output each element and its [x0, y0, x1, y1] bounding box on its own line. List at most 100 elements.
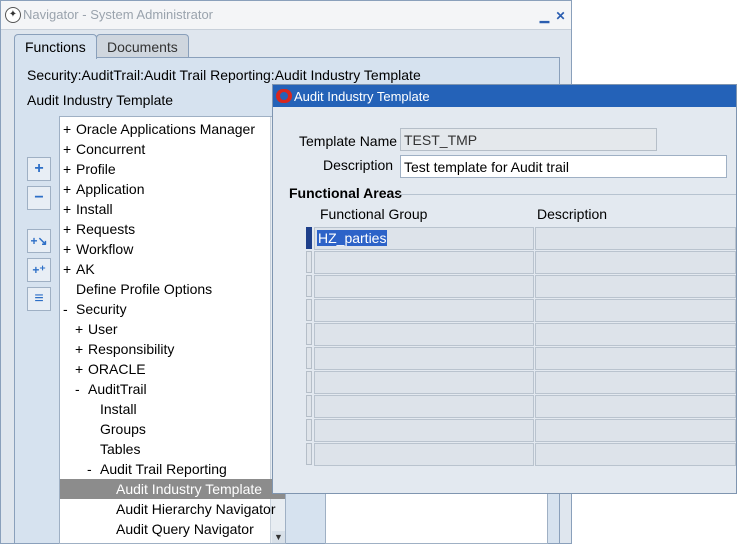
expand-node-icon[interactable]: + [63, 139, 76, 159]
dialog-titlebar: Audit Industry Template [273, 85, 736, 107]
expand-all-icon[interactable]: +⁺ [27, 258, 51, 282]
close-icon[interactable]: ✕ [554, 10, 567, 23]
description-cell[interactable] [535, 251, 736, 274]
collapse-all-icon[interactable]: ≡ [27, 287, 51, 311]
expand-branch-icon[interactable]: +↘ [27, 229, 51, 253]
functional-group-cell[interactable] [314, 395, 534, 418]
expand-node-icon[interactable]: + [75, 319, 88, 339]
expand-node-icon[interactable]: + [63, 199, 76, 219]
functional-group-cell[interactable] [314, 347, 534, 370]
tree-item[interactable]: Audit Industry Template [60, 479, 285, 499]
expand-node-icon[interactable]: + [75, 339, 88, 359]
row-indicator[interactable] [306, 251, 312, 273]
row-indicator[interactable] [306, 443, 312, 465]
template-name-label: Template Name [299, 133, 398, 149]
tree-item[interactable]: Install [87, 399, 137, 419]
tree-item[interactable]: + Responsibility [75, 339, 174, 359]
expand-node-icon[interactable]: + [63, 239, 76, 259]
description-cell[interactable] [535, 323, 736, 346]
row-indicator[interactable] [306, 275, 312, 297]
tree-item-label: Groups [100, 421, 146, 437]
description-cell[interactable] [535, 419, 736, 442]
tree-item[interactable]: + Workflow [63, 239, 133, 259]
tree-item[interactable]: - AuditTrail [75, 379, 147, 399]
audit-template-dialog: Audit Industry Template Template Name TE… [272, 84, 737, 494]
description-field[interactable]: Test template for Audit trail [400, 155, 727, 178]
expand-node-icon[interactable]: + [75, 359, 88, 379]
tree-item-label: Requests [76, 221, 136, 237]
row-indicator[interactable] [306, 227, 312, 249]
tree-item[interactable]: Define Profile Options [63, 279, 212, 299]
column-header-description: Description [537, 206, 608, 222]
tab-documents[interactable]: Documents [96, 34, 189, 58]
tree-item[interactable]: + Profile [63, 159, 116, 179]
tree-item-label: Install [100, 401, 137, 417]
tree-item[interactable]: + Install [63, 199, 113, 219]
tree-item-label: Application [76, 181, 145, 197]
row-indicator[interactable] [306, 347, 312, 369]
tree-item-label: Audit Trail Reporting [100, 461, 227, 477]
scroll-down-icon[interactable]: ▼ [272, 531, 285, 543]
tree-item-label: Install [76, 201, 113, 217]
functional-group-cell[interactable] [314, 251, 534, 274]
functional-group-cell[interactable]: HZ_parties [314, 227, 534, 250]
tree-item[interactable]: + Concurrent [63, 139, 145, 159]
section-divider [399, 194, 736, 195]
tree-item[interactable]: Groups [87, 419, 146, 439]
functional-group-cell[interactable] [314, 443, 534, 466]
tree-item-label: Tables [100, 441, 141, 457]
oracle-logo-icon [276, 89, 292, 103]
row-indicator[interactable] [306, 371, 312, 393]
tree-item[interactable]: + Requests [63, 219, 135, 239]
function-tree[interactable]: ▼ + Oracle Applications Manager + Concurren… [59, 116, 286, 544]
description-cell[interactable] [535, 275, 736, 298]
tree-item[interactable]: - Security [63, 299, 127, 319]
collapse-node-icon[interactable]: - [87, 459, 100, 479]
column-header-functional-group: Functional Group [320, 206, 428, 222]
expand-node-icon[interactable]: + [63, 219, 76, 239]
description-cell[interactable] [535, 443, 736, 466]
collapse-node-icon[interactable]: - [75, 379, 88, 399]
collapse-icon[interactable]: − [27, 186, 51, 210]
expand-node-icon[interactable]: + [63, 259, 76, 279]
tree-item-label: Oracle Applications Manager [76, 121, 255, 137]
tree-item[interactable]: Audit Query Navigator [103, 519, 254, 539]
tree-item[interactable]: - Audit Trail Reporting [87, 459, 227, 479]
tree-item[interactable]: + Oracle Applications Manager [63, 119, 255, 139]
expand-icon[interactable]: + [27, 157, 51, 181]
tree-item-label: AK [76, 261, 95, 277]
description-cell[interactable] [535, 299, 736, 322]
description-cell[interactable] [535, 395, 736, 418]
tree-item[interactable]: + User [75, 319, 118, 339]
breadcrumb: Security:AuditTrail:Audit Trail Reportin… [27, 67, 421, 83]
functional-group-cell[interactable] [314, 323, 534, 346]
row-indicator[interactable] [306, 395, 312, 417]
tree-item[interactable]: Audit Hierarchy Navigator [103, 499, 276, 519]
expand-node-icon[interactable]: + [63, 159, 76, 179]
expand-node-icon[interactable]: + [63, 119, 76, 139]
functional-group-cell[interactable] [314, 419, 534, 442]
functional-group-cell[interactable] [314, 371, 534, 394]
tree-item-label: Audit Query Navigator [116, 521, 254, 537]
dialog-title: Audit Industry Template [294, 89, 430, 104]
navigator-titlebar: ✦ Navigator - System Administrator ▁ ✕ [1, 1, 571, 30]
template-name-field[interactable]: TEST_TMP [400, 128, 657, 151]
tree-item[interactable]: + ORACLE [75, 359, 146, 379]
description-cell[interactable] [535, 227, 736, 250]
tree-item[interactable]: + AK [63, 259, 95, 279]
row-indicator[interactable] [306, 323, 312, 345]
collapse-node-icon[interactable]: - [63, 299, 76, 319]
tree-item[interactable]: + Application [63, 179, 145, 199]
expand-node-icon[interactable]: + [63, 179, 76, 199]
description-cell[interactable] [535, 371, 736, 394]
functional-group-cell[interactable] [314, 299, 534, 322]
functional-group-cell[interactable] [314, 275, 534, 298]
tab-functions[interactable]: Functions [14, 34, 97, 59]
tree-item-label: ORACLE [88, 361, 146, 377]
row-indicator[interactable] [306, 419, 312, 441]
minimize-icon[interactable]: ▁ [538, 10, 551, 23]
tree-item[interactable]: Tables [87, 439, 140, 459]
tree-item-label: Audit Hierarchy Navigator [116, 501, 276, 517]
description-cell[interactable] [535, 347, 736, 370]
row-indicator[interactable] [306, 299, 312, 321]
